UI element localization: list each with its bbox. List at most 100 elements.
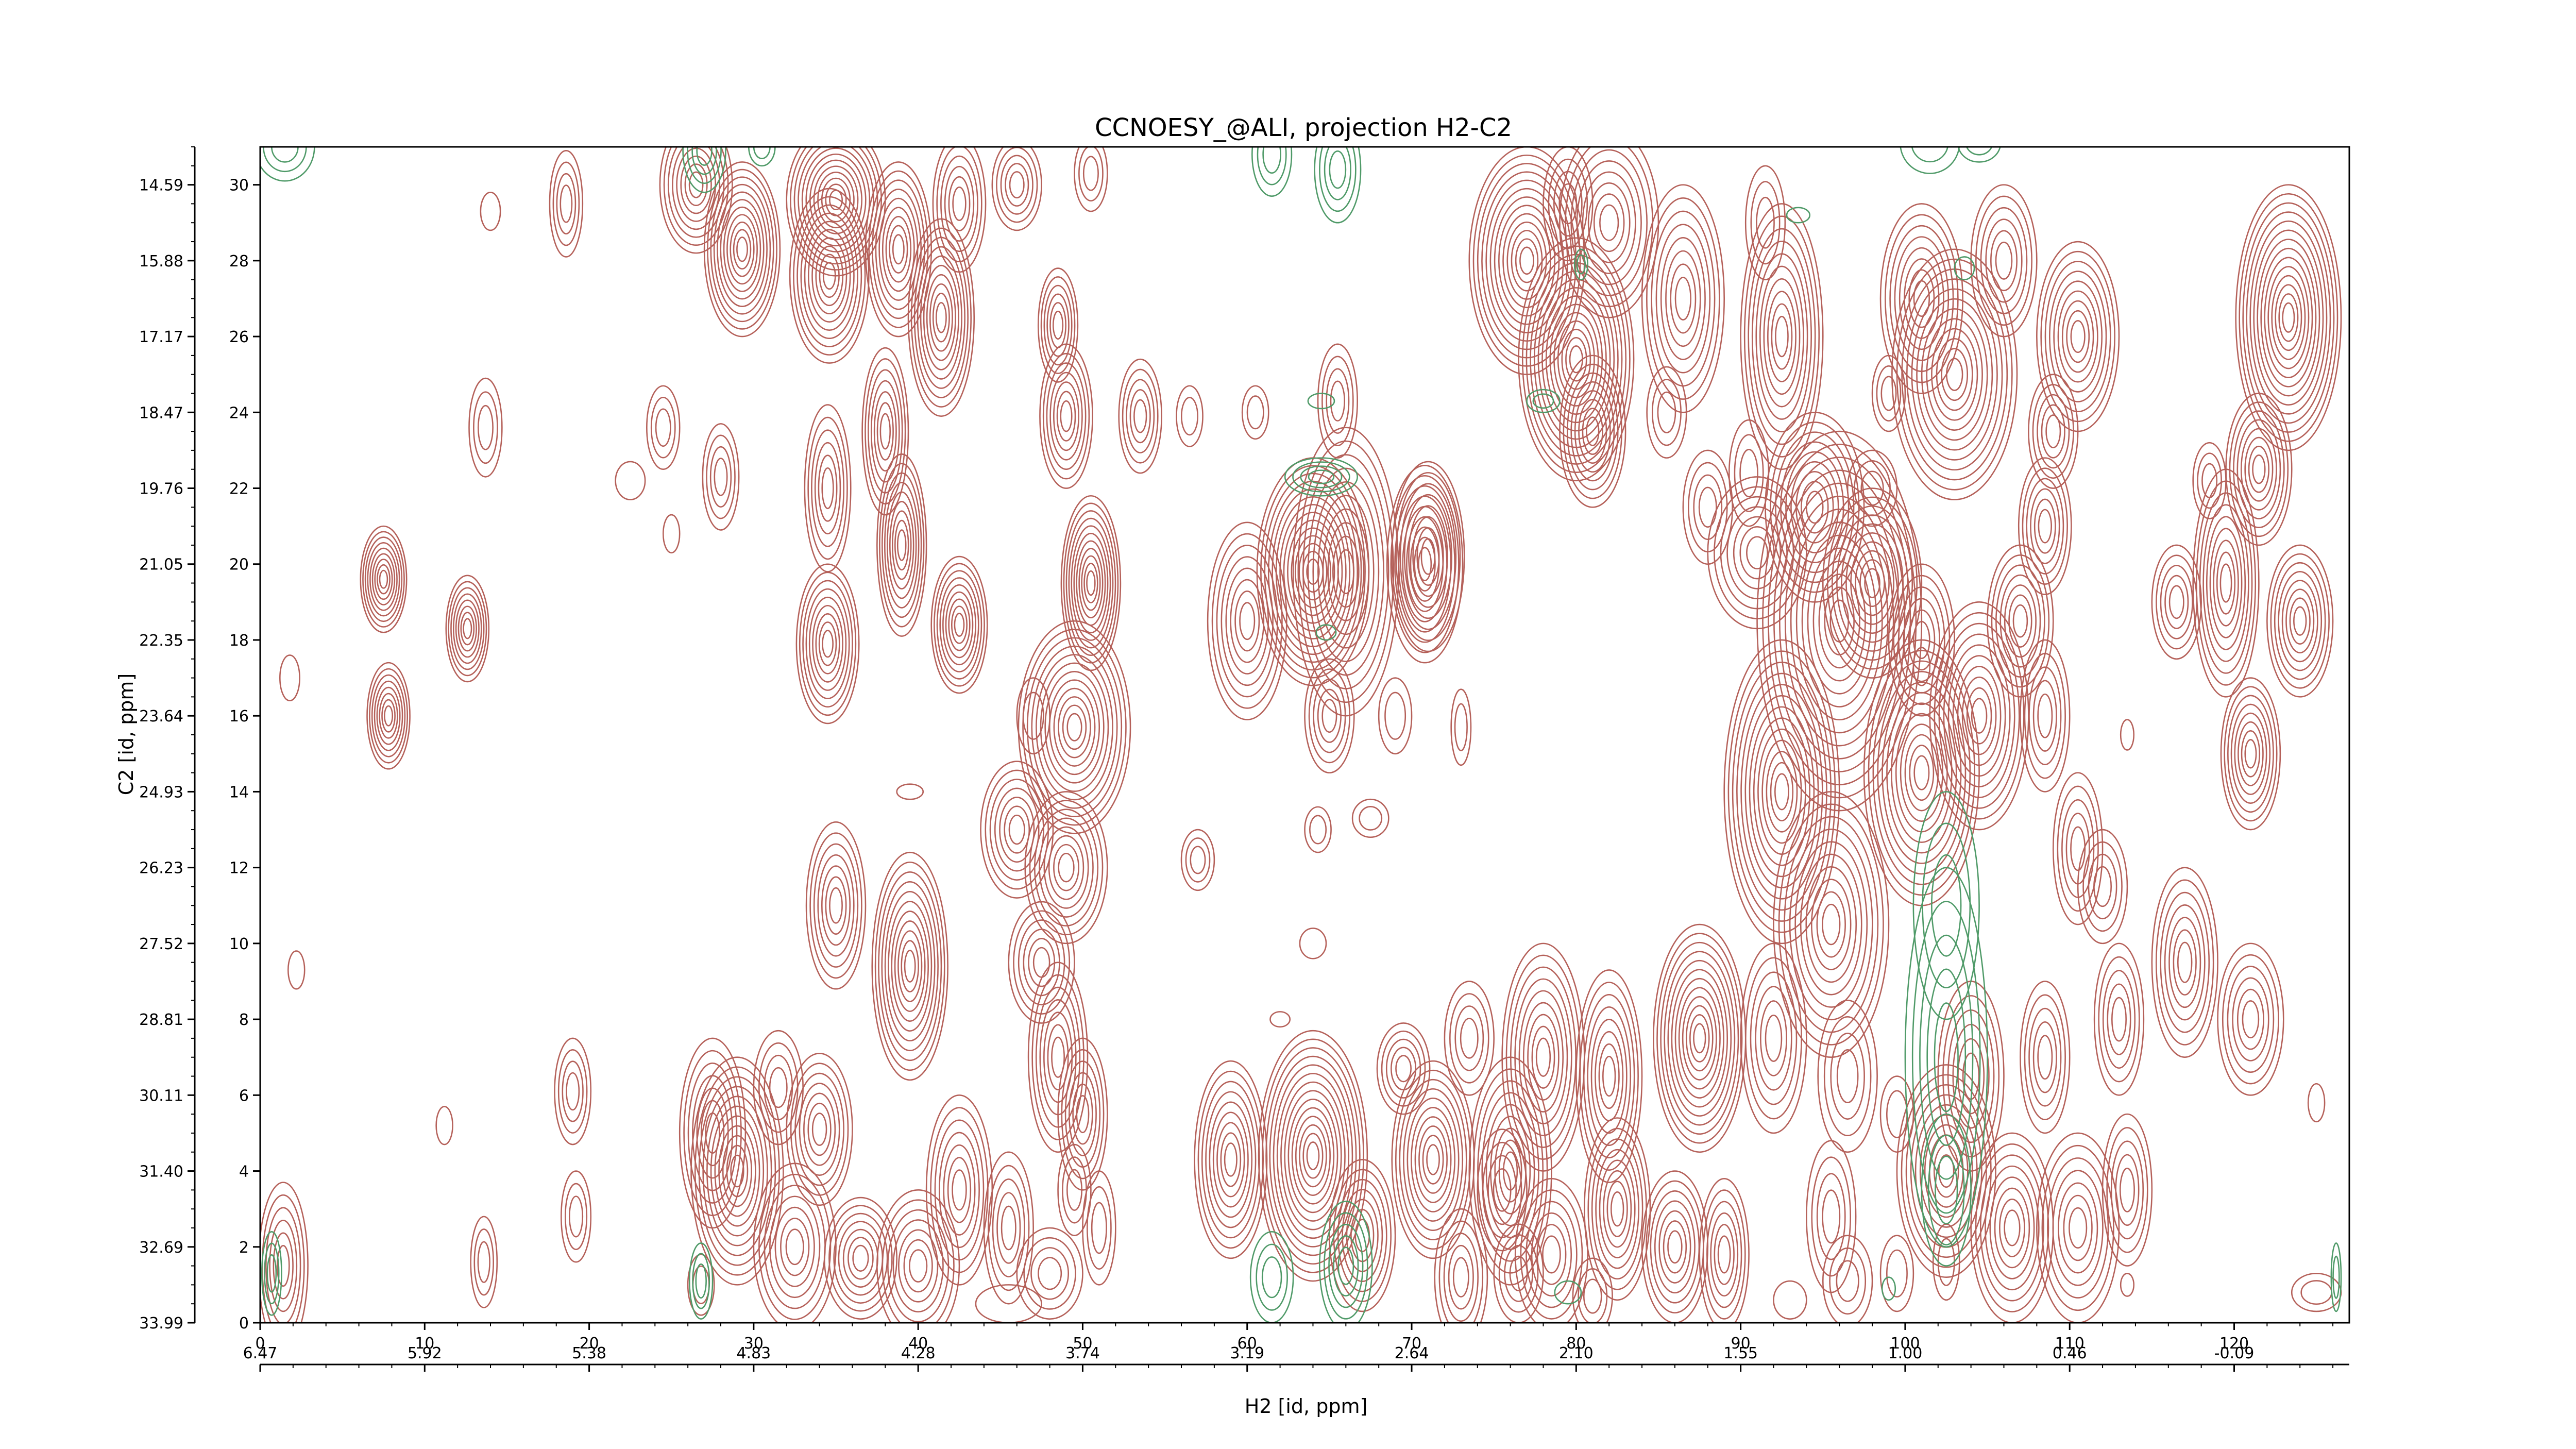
positive-contour-level [1444, 981, 1495, 1096]
positive-contour-level [2168, 585, 2184, 619]
positive-contour-level [1760, 1000, 1787, 1076]
positive-contour-level [1306, 1141, 1320, 1171]
positive-contour-level [1040, 276, 1076, 374]
positive-contour-level [1071, 525, 1111, 641]
positive-contour-level [1009, 171, 1025, 199]
positive-contour-level [1746, 536, 1769, 569]
positive-contour-level [811, 1113, 827, 1146]
positive-contour-level [952, 186, 967, 221]
positive-contour-level [1829, 1247, 1867, 1315]
positive-contour-level [1836, 1260, 1859, 1302]
positive-contour-level [1526, 254, 1627, 465]
positive-contour-level [1246, 395, 1264, 430]
positive-contour-level [1391, 1047, 1417, 1091]
y-ppm-tick-label: 26.23 [139, 860, 183, 878]
positive-contour-level [1698, 486, 1717, 528]
positive-contour-level [2224, 686, 2278, 822]
positive-contour-level [1384, 692, 1406, 740]
positive-contour-level [878, 197, 919, 301]
positive-contour-level [988, 1165, 1030, 1291]
positive-contour-level [2037, 1035, 2053, 1080]
positive-contour-level [1916, 298, 1993, 451]
positive-contour-level [1185, 837, 1211, 883]
y-index-tick-label: 24 [229, 404, 249, 422]
positive-contour-level [2033, 498, 2056, 554]
positive-contour-level [1190, 846, 1206, 874]
positive-contour-level [2119, 1167, 2135, 1212]
positive-contour-level [952, 1169, 967, 1211]
positive-contour-level [1739, 448, 1758, 498]
positive-contour-level [2271, 275, 2306, 360]
positive-contour-level [1970, 1132, 2054, 1323]
positive-contour-level [996, 1192, 1021, 1264]
positive-contour-level [1657, 391, 1676, 433]
positive-contour-level [2032, 680, 2057, 752]
positive-contour-level [1221, 556, 1274, 686]
positive-contour-level [2115, 1154, 2140, 1226]
positive-contour-level [2248, 445, 2269, 493]
positive-contour-level [366, 662, 411, 770]
positive-contour-level [1748, 228, 1816, 445]
positive-contour-level [1770, 762, 1794, 822]
positive-contour-level [1689, 1014, 1710, 1063]
positive-contour-level [2057, 290, 2098, 383]
positive-contour-level [1989, 1176, 2035, 1279]
y-ppm-tick-label: 19.76 [139, 480, 183, 498]
positive-contour-level [1082, 156, 1099, 191]
positive-contour-level [1773, 1280, 1807, 1320]
positive-contour-level [1326, 368, 1350, 434]
positive-contour-level [1005, 163, 1029, 207]
positive-contour-level [1359, 805, 1383, 831]
negative-contour-level [1900, 147, 1960, 174]
positive-contour-level [945, 591, 974, 659]
positive-contour-level [1650, 1190, 1700, 1304]
x-ppm-tick-label: 4.83 [736, 1344, 771, 1362]
positive-contour-level [703, 161, 781, 338]
positive-contour-level [1452, 1257, 1469, 1298]
x-ppm-tick-label: 2.10 [1559, 1344, 1594, 1362]
positive-contour-level [2151, 867, 2218, 1058]
positive-contour-level [1416, 527, 1440, 586]
positive-contour-level [1599, 204, 1619, 241]
positive-contour-level [802, 580, 853, 708]
positive-contour-level [934, 563, 985, 687]
negative-contour-level [2332, 1255, 2340, 1299]
positive-contour-level [1931, 328, 1978, 421]
positive-contour-level [838, 1221, 884, 1296]
positive-contour-level [480, 192, 501, 231]
positive-contour-level [1209, 1101, 1253, 1218]
positive-contour-level [1885, 214, 1959, 383]
positive-contour-level [2107, 983, 2131, 1055]
positive-contour-level [2038, 509, 2052, 544]
positive-contour-level [808, 596, 847, 691]
positive-contour-level [1653, 923, 1747, 1153]
positive-contour-level [1872, 660, 1971, 885]
positive-contour-level [2160, 891, 2210, 1033]
positive-contour-level [2206, 516, 2246, 650]
positive-contour-level [1744, 695, 1819, 888]
positive-contour-level [1505, 954, 1581, 1160]
positive-contour-level [947, 1157, 972, 1223]
positive-contour-level [2093, 866, 2112, 907]
positive-contour-level [1830, 1033, 1865, 1120]
positive-contour-level [1836, 1049, 1859, 1104]
positive-contour-level [1049, 372, 1083, 461]
positive-contour-level [1212, 1111, 1249, 1208]
positive-contour-level [1040, 662, 1109, 792]
y-index-tick-label: 0 [239, 1315, 249, 1333]
positive-contour-level [935, 302, 947, 333]
positive-contour-level [1714, 1224, 1735, 1285]
y-ppm-tick-label: 30.11 [139, 1087, 183, 1105]
positive-contour-level [2240, 428, 2277, 511]
positive-contour-level [1460, 1018, 1479, 1059]
positive-contour-level [2196, 480, 2257, 686]
positive-contour-level [1670, 263, 1697, 334]
positive-contour-level [1770, 422, 1860, 593]
positive-contour-level [1519, 246, 1534, 275]
positive-contour-level [455, 599, 480, 658]
positive-contour-level [376, 686, 401, 745]
positive-contour-level [2020, 639, 2071, 793]
positive-contour-level [1526, 1201, 1578, 1308]
positive-contour-level [1750, 971, 1798, 1105]
positive-contour-level [733, 229, 752, 270]
